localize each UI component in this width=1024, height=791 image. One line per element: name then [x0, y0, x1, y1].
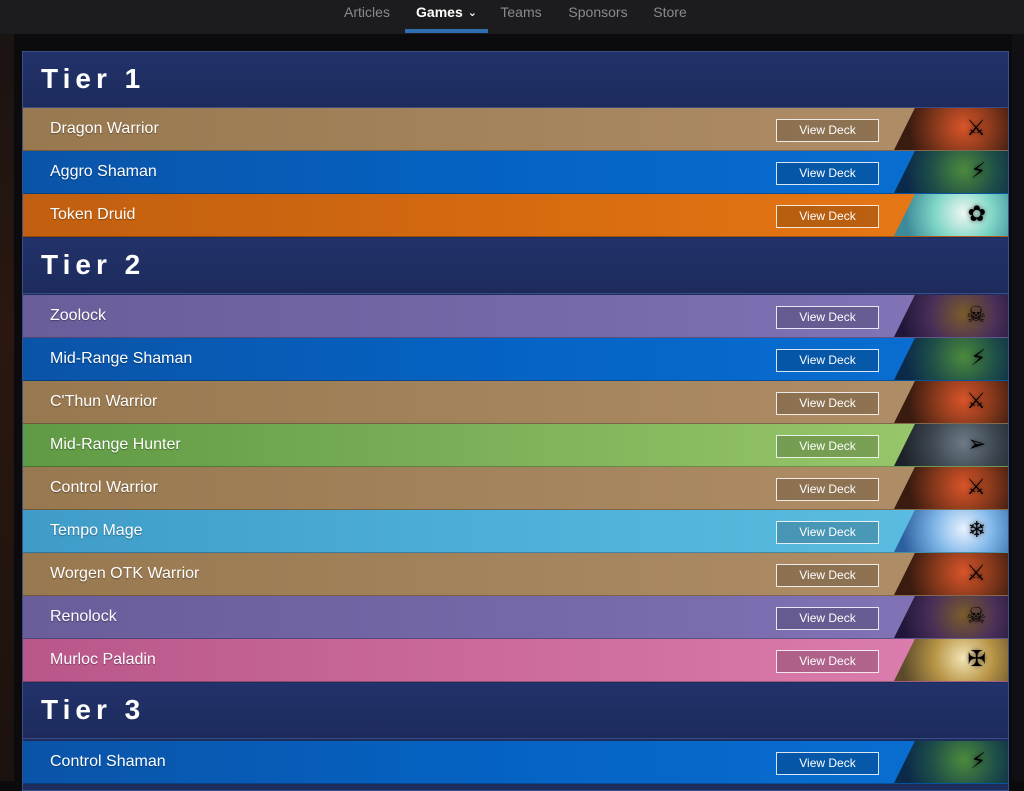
view-deck-button[interactable]: View Deck	[776, 564, 879, 587]
nav-store-label: Store	[653, 4, 687, 20]
warrior-portrait-icon: ⚔	[894, 108, 1008, 150]
nav-sponsors-label: Sponsors	[568, 4, 628, 20]
nav-store[interactable]: Store	[645, 0, 695, 34]
deck-row-control-shaman[interactable]: Control Shaman View Deck ⚡	[23, 741, 1008, 784]
deck-name: Renolock	[50, 608, 117, 625]
deck-name: Aggro Shaman	[50, 163, 157, 180]
mage-portrait-icon: ❄	[894, 510, 1008, 552]
shaman-portrait-icon: ⚡	[894, 338, 1008, 380]
nav-articles[interactable]: Articles	[334, 0, 400, 34]
deck-row-token-druid[interactable]: Token Druid View Deck ✿	[23, 194, 1008, 237]
paladin-portrait-icon: ✠	[967, 646, 986, 671]
warrior-portrait-icon: ⚔	[894, 381, 1008, 423]
paladin-portrait-icon: ✠	[894, 639, 1008, 681]
deck-row-mid-range-hunter[interactable]: Mid-Range Hunter View Deck ➢	[23, 424, 1008, 467]
shaman-portrait-icon: ⚡	[970, 345, 986, 370]
view-deck-button[interactable]: View Deck	[776, 162, 879, 185]
deck-name: Mid-Range Shaman	[50, 350, 193, 367]
shaman-portrait-icon: ⚡	[894, 151, 1008, 193]
hunter-portrait-icon: ➢	[894, 424, 1008, 466]
tier-title: Tier 2	[41, 249, 146, 280]
warlock-portrait-icon: ☠	[894, 295, 1008, 337]
tier-header-1: Tier 1	[23, 52, 1008, 108]
deck-row-control-warrior[interactable]: Control Warrior View Deck ⚔	[23, 467, 1008, 510]
deck-name: Dragon Warrior	[50, 120, 159, 137]
view-deck-button[interactable]: View Deck	[776, 607, 879, 630]
druid-portrait-icon: ✿	[967, 201, 986, 226]
nav-games[interactable]: Games ⌄	[405, 0, 488, 34]
warrior-portrait-icon: ⚔	[966, 560, 986, 585]
top-nav: Articles Games ⌄ Teams Sponsors Store	[0, 0, 1024, 34]
deck-row-cthun-warrior[interactable]: C'Thun Warrior View Deck ⚔	[23, 381, 1008, 424]
deck-name: Zoolock	[50, 307, 107, 324]
view-deck-button[interactable]: View Deck	[776, 478, 879, 501]
tier-header-3: Tier 3	[23, 683, 1008, 739]
warlock-portrait-icon: ☠	[894, 596, 1008, 638]
mage-portrait-icon: ❄	[967, 517, 986, 542]
background-artwork-edge	[0, 34, 14, 781]
deck-name: Tempo Mage	[50, 522, 143, 539]
deck-name: C'Thun Warrior	[50, 393, 158, 410]
nav-teams-label: Teams	[500, 4, 542, 20]
deck-row-tempo-mage[interactable]: Tempo Mage View Deck ❄	[23, 510, 1008, 553]
view-deck-button[interactable]: View Deck	[776, 521, 879, 544]
shaman-portrait-icon: ⚡	[894, 741, 1008, 783]
view-deck-button[interactable]: View Deck	[776, 392, 879, 415]
view-deck-button[interactable]: View Deck	[776, 435, 879, 458]
deck-row-zoolock[interactable]: Zoolock View Deck ☠	[23, 295, 1008, 338]
deck-name: Worgen OTK Warrior	[50, 565, 200, 582]
view-deck-button[interactable]: View Deck	[776, 205, 879, 228]
warrior-portrait-icon: ⚔	[894, 467, 1008, 509]
shaman-portrait-icon: ⚡	[970, 158, 986, 183]
view-deck-button[interactable]: View Deck	[776, 752, 879, 775]
chevron-down-icon: ⌄	[467, 7, 477, 19]
deck-name: Control Shaman	[50, 753, 166, 770]
deck-name: Token Druid	[50, 206, 136, 223]
nav-active-underline	[405, 29, 488, 33]
deck-name: Murloc Paladin	[50, 651, 156, 668]
warrior-portrait-icon: ⚔	[966, 474, 986, 499]
view-deck-button[interactable]: View Deck	[776, 650, 879, 673]
druid-portrait-icon: ✿	[894, 194, 1008, 236]
nav-teams[interactable]: Teams	[492, 0, 550, 34]
nav-games-label: Games	[416, 4, 463, 20]
shaman-portrait-icon: ⚡	[970, 748, 986, 773]
deck-name: Mid-Range Hunter	[50, 436, 181, 453]
warrior-portrait-icon: ⚔	[966, 115, 986, 140]
deck-row-mid-range-shaman[interactable]: Mid-Range Shaman View Deck ⚡	[23, 338, 1008, 381]
warlock-portrait-icon: ☠	[966, 302, 986, 327]
view-deck-button[interactable]: View Deck	[776, 119, 879, 142]
deck-row-dragon-warrior[interactable]: Dragon Warrior View Deck ⚔	[23, 108, 1008, 151]
view-deck-button[interactable]: View Deck	[776, 306, 879, 329]
tier-title: Tier 1	[41, 63, 146, 94]
tier-list-panel: Tier 1 Dragon Warrior View Deck ⚔ Aggro …	[22, 51, 1009, 791]
tier-header-2: Tier 2	[23, 238, 1008, 294]
deck-row-worgen-otk-warrior[interactable]: Worgen OTK Warrior View Deck ⚔	[23, 553, 1008, 596]
background-edge	[1012, 34, 1024, 781]
warrior-portrait-icon: ⚔	[894, 553, 1008, 595]
warlock-portrait-icon: ☠	[966, 603, 986, 628]
nav-articles-label: Articles	[344, 4, 390, 20]
hunter-portrait-icon: ➢	[967, 431, 986, 456]
nav-sponsors[interactable]: Sponsors	[559, 0, 637, 34]
deck-row-murloc-paladin[interactable]: Murloc Paladin View Deck ✠	[23, 639, 1008, 682]
view-deck-button[interactable]: View Deck	[776, 349, 879, 372]
tier-title: Tier 3	[41, 694, 146, 725]
deck-name: Control Warrior	[50, 479, 158, 496]
deck-row-aggro-shaman[interactable]: Aggro Shaman View Deck ⚡	[23, 151, 1008, 194]
warrior-portrait-icon: ⚔	[966, 388, 986, 413]
deck-row-renolock[interactable]: Renolock View Deck ☠	[23, 596, 1008, 639]
